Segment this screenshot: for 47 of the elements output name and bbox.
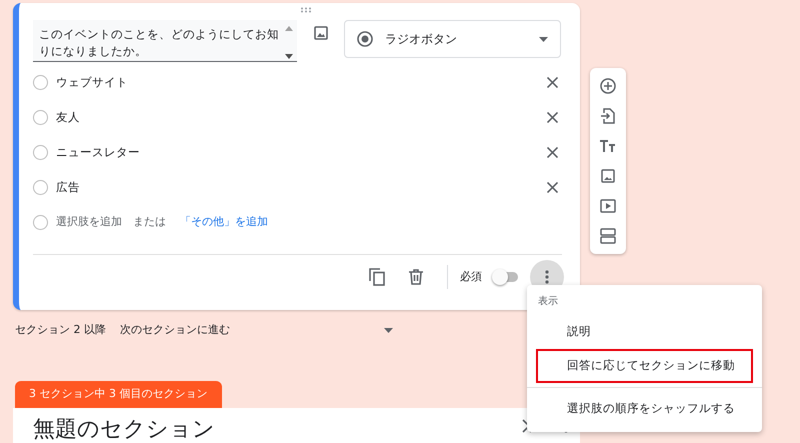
scroll-down-icon[interactable] (285, 54, 293, 59)
option-label[interactable]: 広告 (56, 178, 80, 196)
caret-icon (539, 36, 548, 42)
required-toggle[interactable] (494, 272, 518, 282)
plus-circle-icon (600, 78, 616, 94)
image-icon (601, 169, 615, 183)
required-label: 必須 (460, 268, 482, 285)
radio-circle[interactable] (33, 75, 48, 90)
section-icon (600, 228, 616, 244)
add-question-button[interactable] (598, 76, 618, 96)
text-size-icon (600, 139, 616, 153)
radio-button-icon (357, 31, 373, 47)
add-option-text[interactable]: 選択肢を追加 (56, 214, 122, 231)
add-section-button[interactable] (598, 226, 618, 246)
menu-header: 表示 (537, 294, 559, 309)
drag-handle-icon[interactable] (300, 7, 312, 13)
close-icon[interactable] (547, 112, 558, 123)
trash-icon[interactable] (409, 269, 423, 285)
or-text: または (133, 214, 166, 230)
import-questions-button[interactable] (598, 106, 618, 126)
radio-circle[interactable] (33, 110, 48, 125)
close-icon[interactable] (547, 182, 558, 193)
section-title[interactable]: 無題のセクション (33, 416, 522, 443)
question-field[interactable]: このイベントのことを、どのようにしてお知りになりましたか。 (33, 20, 297, 62)
add-other-link[interactable]: 「その他」を追加 (180, 214, 268, 231)
type-label: ラジオボタン (385, 31, 458, 48)
close-icon[interactable] (547, 147, 558, 158)
close-icon[interactable] (547, 77, 558, 88)
copy-icon[interactable] (369, 268, 385, 286)
menu-item[interactable]: 回答に応じてセクションに移動 (536, 349, 753, 383)
menu-item[interactable]: 説明 (536, 315, 753, 349)
option-label[interactable]: 友人 (56, 108, 80, 126)
radio-circle[interactable] (33, 180, 48, 195)
caret-icon[interactable] (384, 328, 393, 332)
question-text: このイベントのことを、どのようにしてお知りになりましたか。 (39, 26, 280, 60)
after-section-value[interactable]: 次のセクションに進む (120, 322, 370, 338)
option-label[interactable]: ニュースレター (56, 144, 140, 162)
radio-circle[interactable] (33, 145, 48, 160)
menu-item[interactable]: 選択肢の順序をシャッフルする (536, 392, 753, 426)
radio-circle (33, 215, 48, 230)
image-icon[interactable] (314, 26, 328, 40)
video-icon (600, 199, 616, 213)
question-type-dropdown[interactable]: ラジオボタン (344, 20, 561, 58)
after-section-label: セクション 2 以降 (15, 322, 106, 338)
option-label[interactable]: ウェブサイト (56, 74, 128, 92)
more-vertical-icon (545, 270, 549, 284)
file-import-icon (601, 108, 615, 124)
